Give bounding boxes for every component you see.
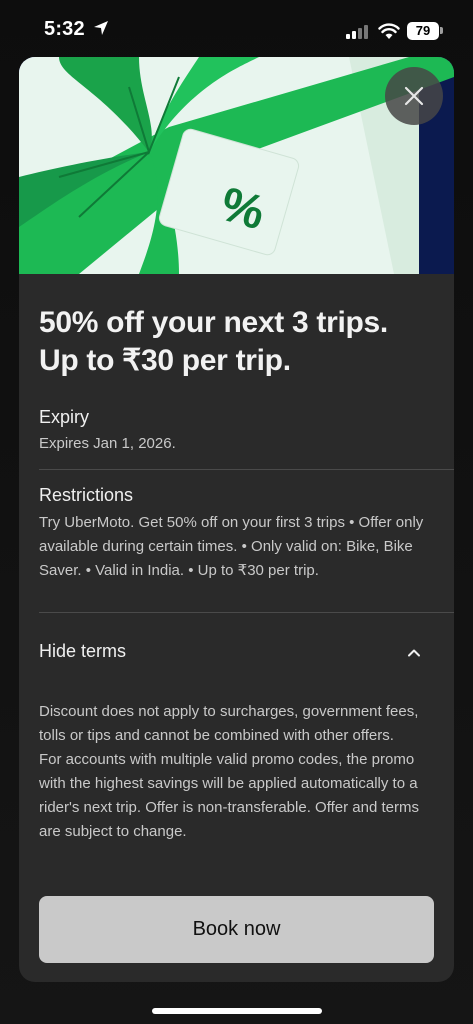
battery-indicator: 79 xyxy=(407,22,439,40)
book-now-button[interactable]: Book now xyxy=(39,896,434,963)
terms-paragraph: For accounts with multiple valid promo c… xyxy=(39,751,419,840)
offer-title-line2: Up to ₹30 per trip. xyxy=(39,344,291,377)
hide-terms-toggle[interactable]: Hide terms xyxy=(19,627,454,679)
terms-paragraph: Discount does not apply to surcharges, g… xyxy=(39,703,419,744)
promo-details-sheet: % 50% off your next 3 trips. Up to ₹30 p… xyxy=(19,57,454,982)
restrictions-text: Try UberMoto. Get 50% off on your first … xyxy=(39,514,424,579)
status-bar: 5:32 79 xyxy=(0,0,473,56)
close-icon xyxy=(404,86,424,106)
divider xyxy=(39,612,454,613)
expiry-text: Expires Jan 1, 2026. xyxy=(39,435,176,452)
divider xyxy=(39,469,454,470)
wifi-icon xyxy=(378,23,400,39)
offer-title: 50% off your next 3 trips. Up to ₹30 per… xyxy=(39,304,439,380)
cellular-signal-icon xyxy=(346,25,368,39)
terms-text: Discount does not apply to surcharges, g… xyxy=(39,700,434,844)
location-arrow-icon xyxy=(94,21,108,35)
battery-cap xyxy=(440,27,443,34)
chevron-up-icon xyxy=(408,649,420,657)
expiry-heading: Expiry xyxy=(39,407,90,427)
restrictions-heading: Restrictions xyxy=(39,485,134,505)
home-indicator[interactable] xyxy=(152,1008,322,1014)
offer-title-line1: 50% off your next 3 trips. xyxy=(39,306,388,339)
close-button[interactable] xyxy=(385,67,443,125)
status-time: 5:32 xyxy=(44,18,85,40)
hide-terms-label: Hide terms xyxy=(39,641,127,661)
